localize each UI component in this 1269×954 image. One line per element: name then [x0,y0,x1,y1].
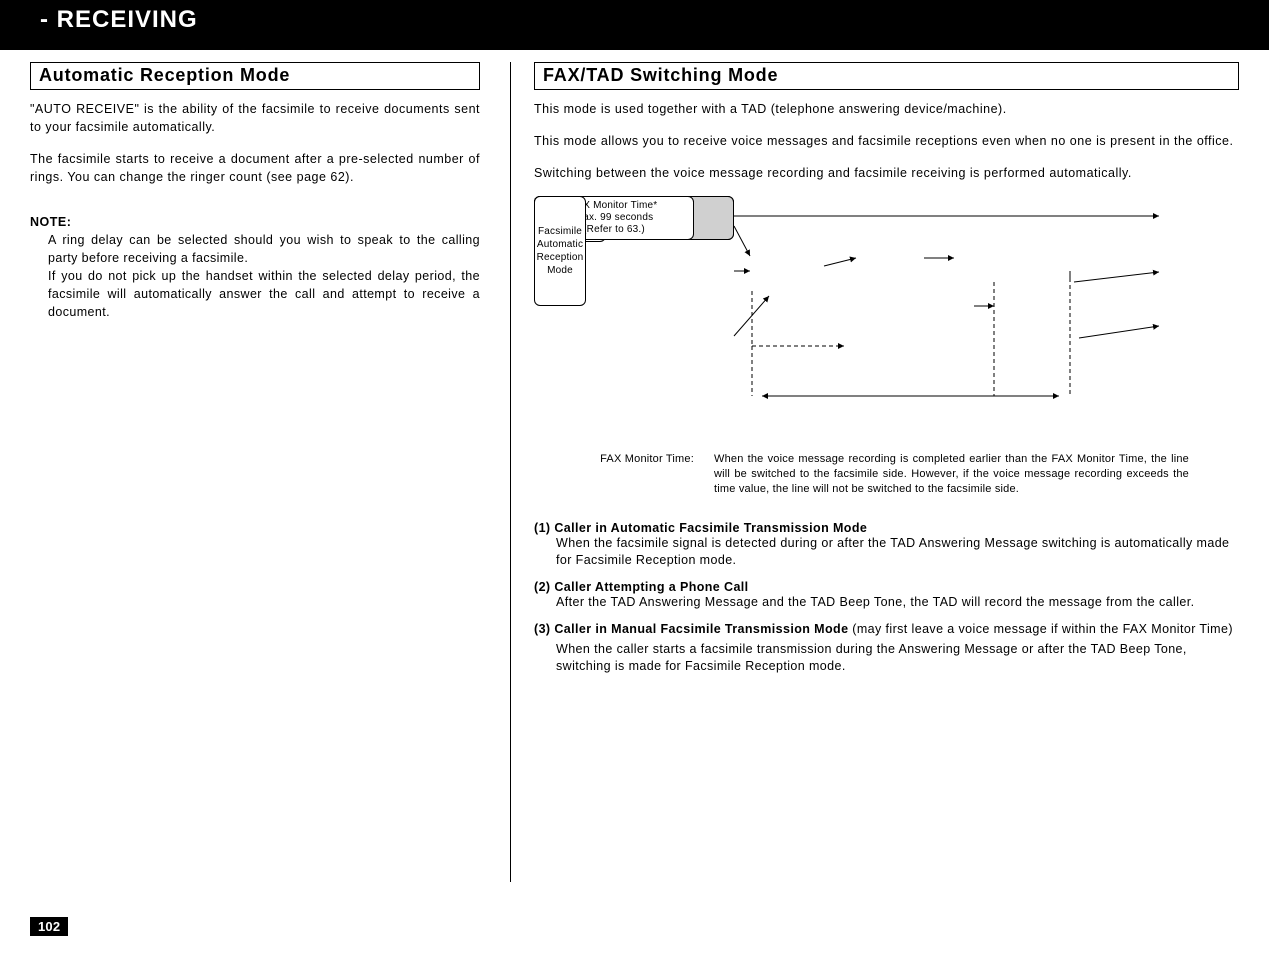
fax-monitor-note: FAX Monitor Time: When the voice message… [574,452,1239,497]
scenario-3-heading-bold: (3) Caller in Manual Facsimile Transmiss… [534,622,848,636]
right-column: FAX/TAD Switching Mode This mode is used… [530,62,1239,882]
page-header: - RECEIVING [0,0,1269,50]
note-label: NOTE: [30,215,480,229]
scenario-1-heading: (1) Caller in Automatic Facsimile Transm… [534,521,1239,535]
section-title-auto: Automatic Reception Mode [30,62,480,90]
auto-paragraph-1: "AUTO RECEIVE" is the ability of the fac… [30,100,480,136]
scenario-3-heading-cont: (may first leave a voice message if with… [848,622,1232,636]
scenario-3-heading: (3) Caller in Manual Facsimile Transmiss… [534,621,1239,639]
faxtad-paragraph-3: Switching between the voice message reco… [534,164,1239,182]
facsimile-auto-reception-box: Facsimile Automatic Reception Mode [534,196,586,306]
page-number: 102 [30,917,68,936]
fax-monitor-text: When the voice message recording is comp… [714,452,1239,497]
auto-paragraph-2: The facsimile starts to receive a docume… [30,150,480,186]
fax-monitor-label: FAX Monitor Time: [574,452,714,497]
faxtad-paragraph-2: This mode allows you to receive voice me… [534,132,1239,150]
scenario-2-body: After the TAD Answering Message and the … [534,594,1239,612]
flow-diagram: (1) Caller in Automatic Facsimile Transm… [534,196,1214,436]
note-body: A ring delay can be selected should you … [30,231,480,322]
content-columns: Automatic Reception Mode "AUTO RECEIVE" … [0,50,1269,882]
left-column: Automatic Reception Mode "AUTO RECEIVE" … [30,62,500,882]
scenario-3-body: When the caller starts a facsimile trans… [534,641,1239,676]
scenario-2-heading: (2) Caller Attempting a Phone Call [534,580,1239,594]
scenario-1-body: When the facsimile signal is detected du… [534,535,1239,570]
column-divider [510,62,520,882]
section-title-faxtad: FAX/TAD Switching Mode [534,62,1239,90]
faxtad-paragraph-1: This mode is used together with a TAD (t… [534,100,1239,118]
